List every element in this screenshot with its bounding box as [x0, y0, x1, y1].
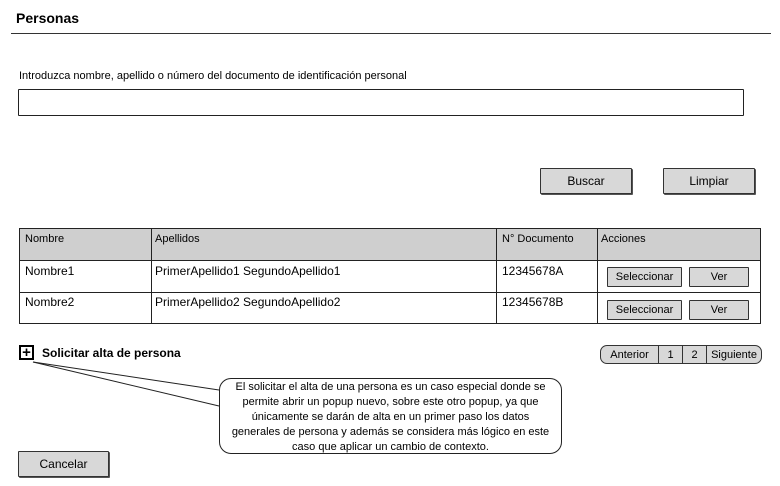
pagination-page-1[interactable]: 1 [659, 346, 683, 363]
header-documento: N° Documento [502, 233, 574, 245]
row-divider [20, 292, 760, 293]
row1-apellidos: PrimerApellido1 SegundoApellido1 [155, 264, 341, 278]
request-new-person-link[interactable]: Solicitar alta de persona [42, 346, 181, 360]
row1-nombre: Nombre1 [25, 264, 75, 278]
pagination-next[interactable]: Siguiente [707, 346, 761, 363]
results-table: Nombre Apellidos N° Documento Acciones N… [19, 228, 761, 324]
pagination: Anterior 1 2 Siguiente [600, 345, 762, 364]
row1-view-button[interactable]: Ver [689, 267, 749, 287]
annotation-note: El solicitar el alta de una persona es u… [219, 378, 562, 454]
search-input[interactable] [18, 89, 744, 116]
row2-nombre: Nombre2 [25, 295, 75, 309]
pagination-page-2[interactable]: 2 [683, 346, 707, 363]
search-button[interactable]: Buscar [540, 168, 632, 194]
row1-documento: 12345678A [502, 264, 564, 278]
row2-apellidos: PrimerApellido2 SegundoApellido2 [155, 295, 341, 309]
row2-documento: 12345678B [502, 295, 564, 309]
row2-select-button[interactable]: Seleccionar [607, 300, 682, 320]
column-divider [151, 229, 152, 323]
header-acciones: Acciones [601, 233, 646, 245]
table-header [20, 229, 760, 261]
clear-button[interactable]: Limpiar [663, 168, 755, 194]
header-nombre: Nombre [25, 233, 65, 245]
plus-square-icon[interactable]: + [19, 345, 34, 360]
column-divider [496, 229, 497, 323]
row1-select-button[interactable]: Seleccionar [607, 267, 682, 287]
column-divider [597, 229, 598, 323]
row2-view-button[interactable]: Ver [689, 300, 749, 320]
pagination-previous[interactable]: Anterior [601, 346, 659, 363]
title-divider [11, 33, 771, 34]
header-apellidos: Apellidos [155, 233, 200, 245]
cancel-button[interactable]: Cancelar [18, 451, 109, 477]
search-label: Introduzca nombre, apellido o número del… [19, 70, 407, 82]
page-title: Personas [16, 10, 80, 26]
